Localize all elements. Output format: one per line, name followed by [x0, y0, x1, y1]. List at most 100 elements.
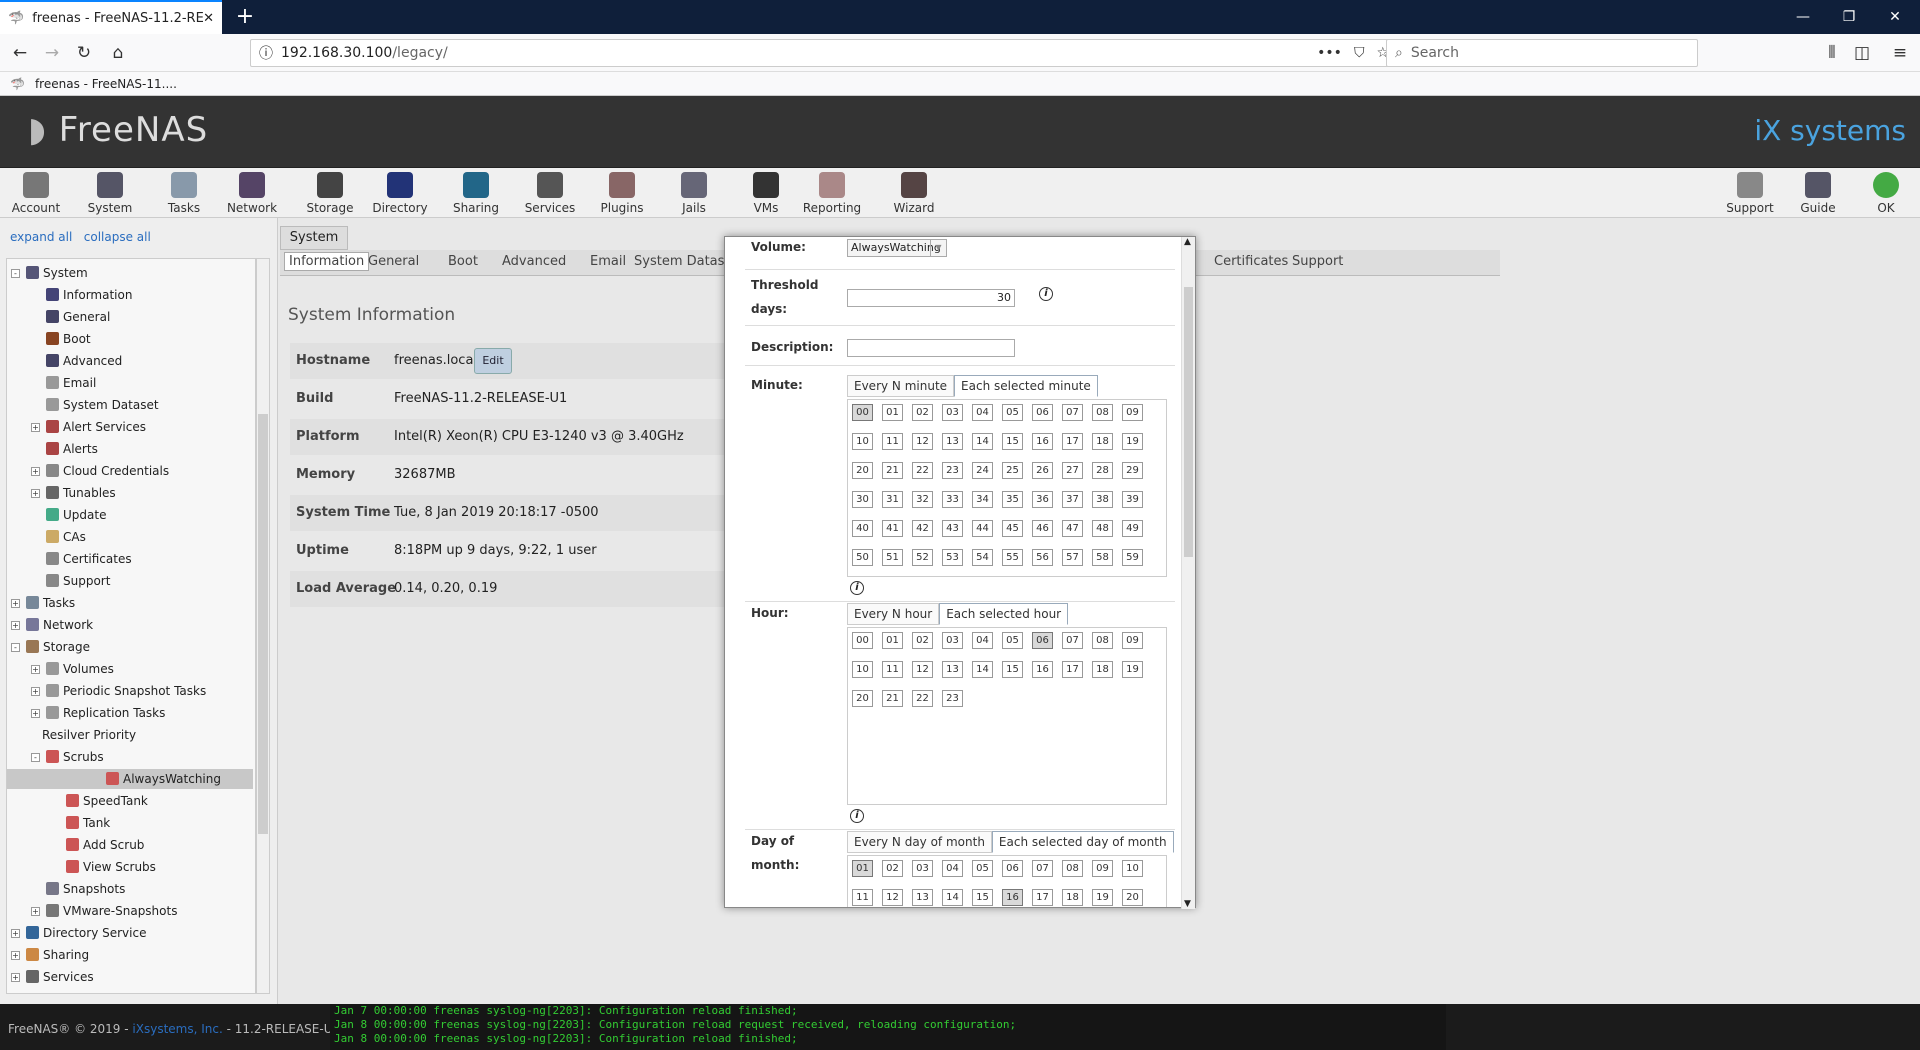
sidebar-item-storage[interactable]: - Storage: [11, 637, 90, 657]
minute-cell[interactable]: 40: [852, 520, 873, 537]
minute-cell[interactable]: 52: [912, 549, 933, 566]
minute-cell[interactable]: 29: [1122, 462, 1143, 479]
info-icon[interactable]: i: [850, 809, 864, 823]
collapse-icon[interactable]: -: [11, 269, 20, 278]
minute-cell[interactable]: 15: [1002, 433, 1023, 450]
minute-cell[interactable]: 07: [1062, 404, 1083, 421]
sidebar-item-information[interactable]: Information: [31, 285, 132, 305]
expand-icon[interactable]: +: [31, 907, 40, 916]
day-of-month-cell[interactable]: 01: [852, 860, 873, 877]
tab-each-selected-minute[interactable]: Each selected minute: [954, 375, 1098, 397]
minute-cell[interactable]: 49: [1122, 520, 1143, 537]
hour-cell[interactable]: 04: [972, 632, 993, 649]
sidebar-item-view-scrubs[interactable]: View Scrubs: [51, 857, 156, 877]
browser-tab[interactable]: 🦈 freenas - FreeNAS-11.2-RELEASE ✕: [0, 0, 222, 34]
hour-cell[interactable]: 21: [882, 690, 903, 707]
restore-button[interactable]: ❐: [1826, 0, 1872, 34]
home-button[interactable]: ⌂: [104, 40, 132, 66]
menu-icon[interactable]: ≡: [1886, 40, 1914, 66]
minimize-button[interactable]: —: [1780, 0, 1826, 34]
minute-cell[interactable]: 43: [942, 520, 963, 537]
toolbar-ok[interactable]: OK: [1856, 170, 1916, 216]
new-tab-button[interactable]: +: [232, 4, 258, 30]
expand-icon[interactable]: +: [31, 665, 40, 674]
sidebar-item-tasks[interactable]: + Tasks: [11, 593, 75, 613]
sidebar-item-volumes[interactable]: + Volumes: [31, 659, 114, 679]
pocket-icon[interactable]: ⛉: [1354, 45, 1365, 61]
subtab-system-datase[interactable]: System Datase: [634, 254, 732, 269]
minute-cell[interactable]: 45: [1002, 520, 1023, 537]
minute-cell[interactable]: 44: [972, 520, 993, 537]
day-of-month-cell[interactable]: 18: [1062, 889, 1083, 906]
toolbar-network[interactable]: Network: [222, 170, 282, 216]
minute-cell[interactable]: 38: [1092, 491, 1113, 508]
hour-cell[interactable]: 15: [1002, 661, 1023, 678]
expand-icon[interactable]: +: [31, 709, 40, 718]
minute-cell[interactable]: 48: [1092, 520, 1113, 537]
subtab-email[interactable]: Email: [590, 254, 626, 269]
minute-cell[interactable]: 08: [1092, 404, 1113, 421]
minute-cell[interactable]: 57: [1062, 549, 1083, 566]
minute-cell[interactable]: 31: [882, 491, 903, 508]
minute-cell[interactable]: 12: [912, 433, 933, 450]
minute-cell[interactable]: 34: [972, 491, 993, 508]
sidebar-item-alert-services[interactable]: + Alert Services: [31, 417, 146, 437]
sidebar-scrollbar[interactable]: [256, 258, 270, 994]
minute-cell[interactable]: 02: [912, 404, 933, 421]
hour-cell[interactable]: 16: [1032, 661, 1053, 678]
more-icon[interactable]: •••: [1317, 45, 1342, 61]
sidebar-item-services[interactable]: + Services: [11, 967, 94, 987]
minute-cell[interactable]: 19: [1122, 433, 1143, 450]
description-input[interactable]: [847, 339, 1015, 357]
minute-cell[interactable]: 21: [882, 462, 903, 479]
day-of-month-cell[interactable]: 20: [1122, 889, 1143, 906]
sidebar-item-add-scrub[interactable]: Add Scrub: [51, 835, 144, 855]
minute-cell[interactable]: 56: [1032, 549, 1053, 566]
toolbar-wizard[interactable]: Wizard: [884, 170, 944, 216]
minute-cell[interactable]: 03: [942, 404, 963, 421]
info-icon[interactable]: i: [1039, 287, 1053, 301]
sidebar-item-network[interactable]: + Network: [11, 615, 93, 635]
sidebar-item-email[interactable]: Email: [31, 373, 96, 393]
expand-icon[interactable]: +: [11, 951, 20, 960]
minute-cell[interactable]: 10: [852, 433, 873, 450]
minute-cell[interactable]: 13: [942, 433, 963, 450]
expand-icon[interactable]: +: [31, 467, 40, 476]
close-tab-icon[interactable]: ✕: [203, 11, 214, 26]
minute-cell[interactable]: 22: [912, 462, 933, 479]
day-of-month-cell[interactable]: 15: [972, 889, 993, 906]
collapse-all-link[interactable]: collapse all: [84, 230, 151, 244]
minute-cell[interactable]: 46: [1032, 520, 1053, 537]
toolbar-tasks[interactable]: Tasks: [154, 170, 214, 216]
day-of-month-cell[interactable]: 12: [882, 889, 903, 906]
minute-cell[interactable]: 36: [1032, 491, 1053, 508]
sidebar-item-directory-service[interactable]: + Directory Service: [11, 923, 146, 943]
hour-cell[interactable]: 05: [1002, 632, 1023, 649]
hour-cell[interactable]: 14: [972, 661, 993, 678]
sidebar-item-tank[interactable]: Tank: [51, 813, 110, 833]
bookmark-item[interactable]: freenas - FreeNAS-11....: [35, 77, 177, 91]
toolbar-jails[interactable]: Jails: [664, 170, 724, 216]
dialog-scrollbar[interactable]: ▲ ▼: [1181, 237, 1195, 909]
minute-cell[interactable]: 32: [912, 491, 933, 508]
close-window-button[interactable]: ✕: [1872, 0, 1918, 34]
forward-button[interactable]: →: [38, 40, 66, 66]
tab-every-n-day[interactable]: Every N day of month: [847, 831, 992, 853]
hour-cell[interactable]: 18: [1092, 661, 1113, 678]
day-of-month-cell[interactable]: 13: [912, 889, 933, 906]
minute-cell[interactable]: 17: [1062, 433, 1083, 450]
minute-cell[interactable]: 53: [942, 549, 963, 566]
minute-cell[interactable]: 16: [1032, 433, 1053, 450]
minute-cell[interactable]: 04: [972, 404, 993, 421]
volume-select[interactable]: AlwaysWatching ▼: [847, 239, 947, 257]
minute-cell[interactable]: 35: [1002, 491, 1023, 508]
day-of-month-cell[interactable]: 07: [1032, 860, 1053, 877]
expand-icon[interactable]: +: [31, 489, 40, 498]
expand-icon[interactable]: +: [31, 423, 40, 432]
minute-cell[interactable]: 05: [1002, 404, 1023, 421]
minute-cell[interactable]: 58: [1092, 549, 1113, 566]
sidebar-item-update[interactable]: Update: [31, 505, 106, 525]
expand-icon[interactable]: +: [11, 599, 20, 608]
toolbar-plugins[interactable]: Plugins: [592, 170, 652, 216]
subtab-certificates[interactable]: Certificates: [1214, 254, 1288, 269]
